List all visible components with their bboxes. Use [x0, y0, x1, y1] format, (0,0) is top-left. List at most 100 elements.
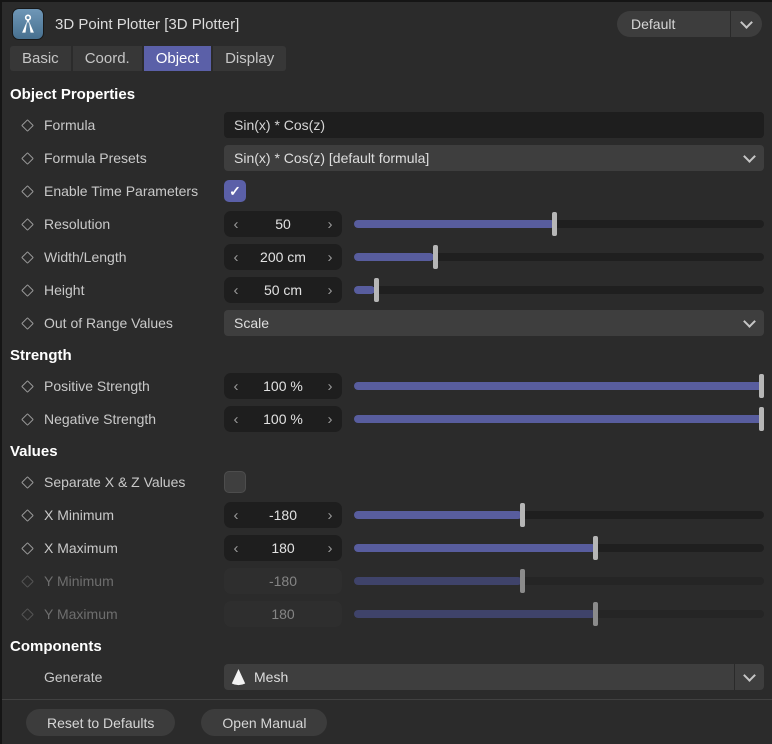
x-minimum-stepper[interactable]: ‹ -180 ›	[224, 502, 342, 528]
slider-handle[interactable]	[374, 278, 380, 302]
stepper-decrement-icon[interactable]: ‹	[224, 411, 248, 428]
resolution-slider[interactable]	[354, 211, 764, 237]
row-out-of-range-values: Out of Range Values Scale	[10, 310, 764, 336]
section-values: Values	[10, 443, 58, 460]
height-stepper[interactable]: ‹ 50 cm ›	[224, 277, 342, 303]
stepper-decrement-icon[interactable]: ‹	[224, 540, 248, 557]
param-diamond-icon	[10, 250, 44, 264]
y-minimum-label: Y Minimum	[44, 573, 114, 589]
stepper-increment-icon[interactable]: ›	[318, 378, 342, 395]
param-diamond-icon	[10, 118, 44, 132]
slider-handle[interactable]	[759, 374, 764, 398]
row-positive-strength: Positive Strength ‹ 100 % ›	[10, 373, 764, 399]
param-diamond-icon	[10, 412, 44, 426]
positive-strength-stepper[interactable]: ‹ 100 % ›	[224, 373, 342, 399]
y-maximum-slider	[354, 601, 764, 627]
param-diamond-icon	[10, 508, 44, 522]
tab-bar: Basic Coord. Object Display	[10, 46, 287, 71]
row-y-minimum: Y Minimum ‹ -180 ›	[10, 568, 764, 594]
stepper-decrement-icon[interactable]: ‹	[224, 507, 248, 524]
chevron-down-icon[interactable]	[730, 11, 762, 37]
width-length-slider[interactable]	[354, 244, 764, 270]
slider-fill	[354, 253, 434, 261]
stepper-increment-icon[interactable]: ›	[318, 282, 342, 299]
stepper-increment-icon[interactable]: ›	[318, 540, 342, 557]
reset-to-defaults-button[interactable]: Reset to Defaults	[26, 709, 176, 736]
tab-basic[interactable]: Basic	[10, 46, 71, 71]
param-diamond-icon	[10, 316, 44, 330]
slider-fill	[354, 382, 764, 390]
section-components: Components	[10, 638, 102, 655]
slider-handle[interactable]	[759, 407, 764, 431]
slider-fill	[354, 286, 375, 294]
window-title: 3D Point Plotter [3D Plotter]	[55, 15, 240, 33]
y-minimum-value: -180	[268, 573, 298, 589]
x-minimum-value[interactable]: -180	[248, 507, 318, 523]
x-minimum-slider[interactable]	[354, 502, 764, 528]
stepper-decrement-icon[interactable]: ‹	[224, 378, 248, 395]
stepper-increment-icon[interactable]: ›	[318, 249, 342, 266]
plugin-window: 3D Point Plotter [3D Plotter] Default Ba…	[0, 0, 772, 744]
separate-xz-values-label: Separate X & Z Values	[44, 474, 186, 490]
param-diamond-icon	[10, 217, 44, 231]
generate-dropdown[interactable]: Mesh	[224, 664, 764, 690]
separate-xz-values-checkbox[interactable]	[224, 471, 246, 493]
slider-track[interactable]	[354, 286, 764, 294]
generate-value[interactable]: Mesh	[252, 669, 734, 685]
stepper-decrement-icon[interactable]: ‹	[224, 216, 248, 233]
y-maximum-stepper: ‹ 180 ›	[224, 601, 342, 627]
height-slider[interactable]	[354, 277, 764, 303]
stepper-increment-icon[interactable]: ›	[318, 216, 342, 233]
x-maximum-slider[interactable]	[354, 535, 764, 561]
resolution-value[interactable]: 50	[248, 216, 318, 232]
param-diamond-icon	[10, 151, 44, 165]
formula-presets-value[interactable]: Sin(x) * Cos(z) [default formula]	[224, 150, 734, 166]
row-x-maximum: X Maximum ‹ 180 ›	[10, 535, 764, 561]
slider-handle	[592, 602, 598, 626]
negative-strength-label: Negative Strength	[44, 411, 157, 427]
x-maximum-label: X Maximum	[44, 540, 118, 556]
slider-handle[interactable]	[432, 245, 438, 269]
x-maximum-value[interactable]: 180	[248, 540, 318, 556]
row-x-minimum: X Minimum ‹ -180 ›	[10, 502, 764, 528]
out-of-range-values-label: Out of Range Values	[44, 315, 173, 331]
tab-coord[interactable]: Coord.	[70, 46, 142, 71]
x-maximum-stepper[interactable]: ‹ 180 ›	[224, 535, 342, 561]
formula-input[interactable]	[224, 112, 764, 138]
out-of-range-values-dropdown[interactable]: Scale	[224, 310, 764, 336]
y-maximum-value: 180	[271, 606, 295, 622]
negative-strength-slider[interactable]	[354, 406, 764, 432]
param-diamond-icon	[10, 379, 44, 393]
negative-strength-stepper[interactable]: ‹ 100 % ›	[224, 406, 342, 432]
preset-dropdown-value[interactable]: Default	[617, 16, 730, 32]
slider-handle[interactable]	[592, 536, 598, 560]
negative-strength-value[interactable]: 100 %	[248, 411, 318, 427]
footer-button-bar: Reset to Defaults Open Manual	[26, 709, 764, 736]
height-value[interactable]: 50 cm	[248, 282, 318, 298]
positive-strength-slider[interactable]	[354, 373, 764, 399]
chevron-down-icon[interactable]	[734, 310, 764, 336]
tab-display[interactable]: Display	[211, 46, 286, 71]
width-length-value[interactable]: 200 cm	[248, 249, 318, 265]
stepper-increment-icon[interactable]: ›	[318, 507, 342, 524]
stepper-decrement-icon[interactable]: ‹	[224, 249, 248, 266]
stepper-increment-icon[interactable]: ›	[318, 411, 342, 428]
positive-strength-value[interactable]: 100 %	[248, 378, 318, 394]
open-manual-button[interactable]: Open Manual	[201, 709, 328, 736]
row-enable-time-parameters: Enable Time Parameters	[10, 178, 764, 204]
out-of-range-values-value[interactable]: Scale	[224, 315, 734, 331]
slider-handle[interactable]	[520, 503, 526, 527]
chevron-down-icon[interactable]	[734, 145, 764, 171]
chevron-down-icon[interactable]	[734, 664, 764, 690]
tab-object[interactable]: Object	[141, 46, 212, 71]
row-width-length: Width/Length ‹ 200 cm ›	[10, 244, 764, 270]
formula-presets-dropdown[interactable]: Sin(x) * Cos(z) [default formula]	[224, 145, 764, 171]
resolution-stepper[interactable]: ‹ 50 ›	[224, 211, 342, 237]
mesh-cone-icon	[224, 664, 252, 690]
slider-handle[interactable]	[552, 212, 558, 236]
width-length-stepper[interactable]: ‹ 200 cm ›	[224, 244, 342, 270]
preset-dropdown[interactable]: Default	[617, 11, 762, 37]
stepper-decrement-icon[interactable]: ‹	[224, 282, 248, 299]
enable-time-parameters-checkbox[interactable]	[224, 180, 246, 202]
x-minimum-label: X Minimum	[44, 507, 115, 523]
